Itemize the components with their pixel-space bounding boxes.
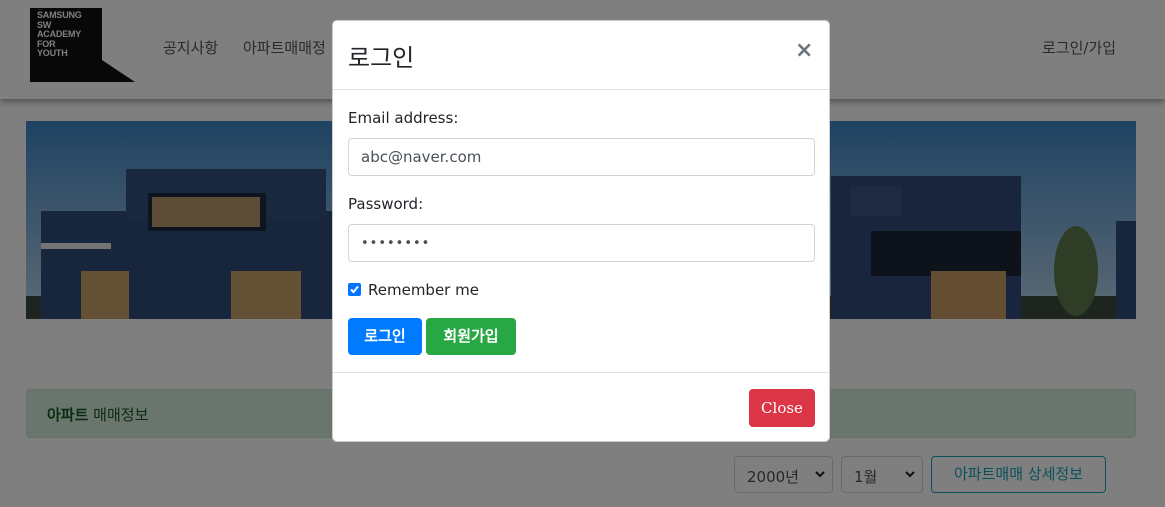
remember-me-checkbox[interactable] bbox=[348, 283, 361, 296]
remember-me-label[interactable]: Remember me bbox=[368, 281, 479, 299]
modal-footer: Close bbox=[333, 372, 829, 441]
close-button[interactable]: Close bbox=[749, 389, 815, 427]
check-icon bbox=[350, 285, 359, 294]
close-icon[interactable]: × bbox=[795, 38, 813, 63]
password-label: Password: bbox=[348, 195, 424, 213]
modal-header: 로그인 × bbox=[333, 21, 829, 90]
login-modal: 로그인 × Email address: Password: Remember … bbox=[332, 20, 830, 442]
modal-title: 로그인 bbox=[348, 44, 415, 72]
login-button[interactable]: 로그인 bbox=[348, 318, 422, 355]
password-field[interactable] bbox=[348, 224, 815, 262]
email-label: Email address: bbox=[348, 109, 459, 127]
signup-button[interactable]: 회원가입 bbox=[426, 318, 516, 355]
email-field[interactable] bbox=[348, 138, 815, 176]
